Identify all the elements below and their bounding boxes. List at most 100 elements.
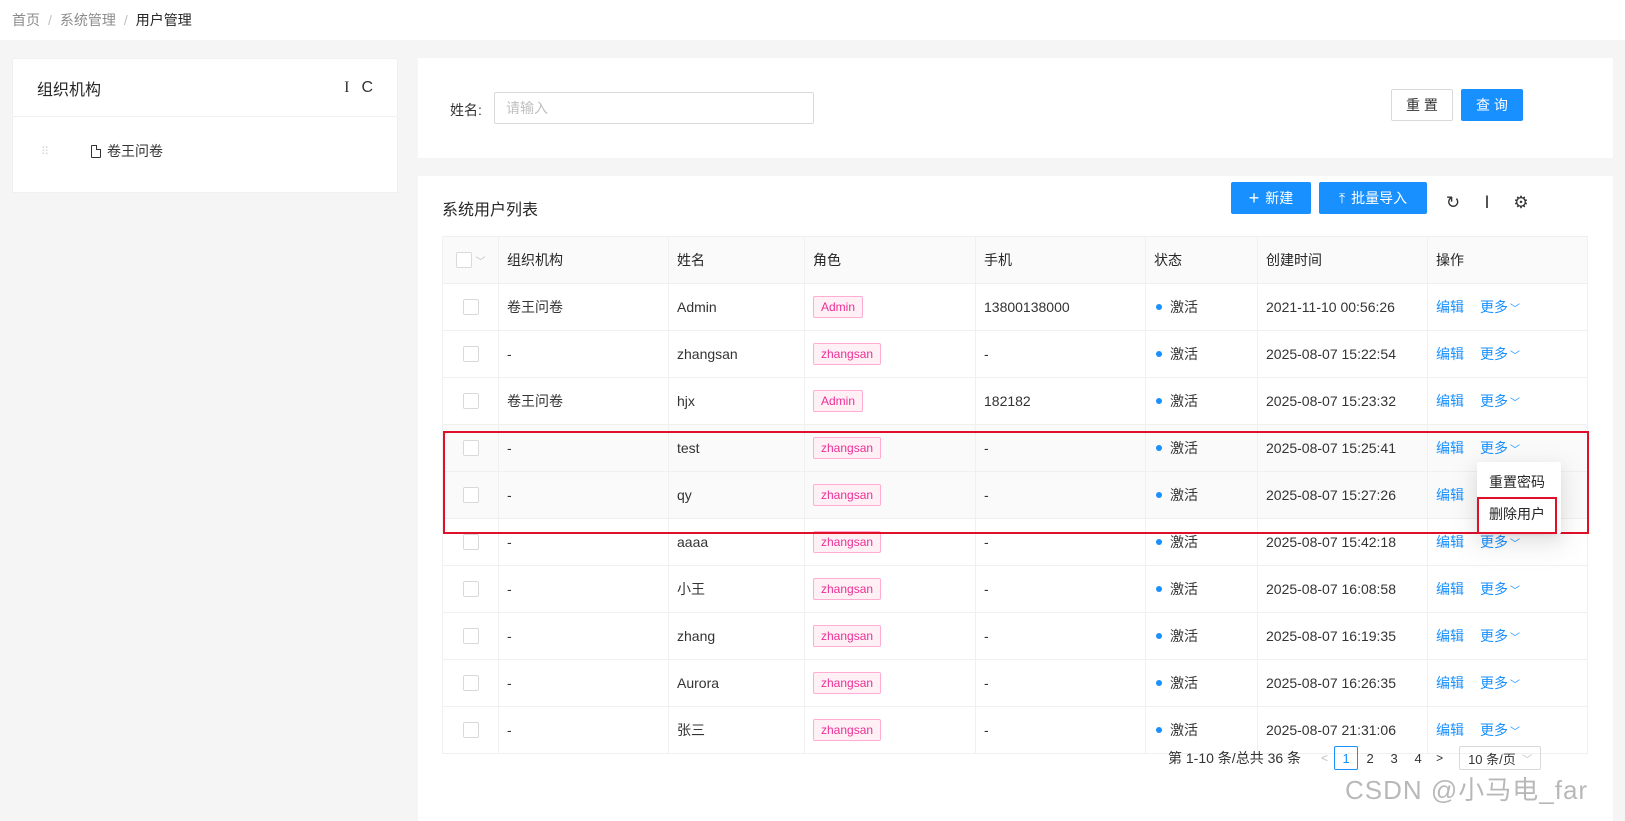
chevron-down-icon[interactable]: ﹀ — [476, 253, 486, 268]
page-4[interactable]: 4 — [1406, 746, 1430, 770]
page-1[interactable]: 1 — [1334, 746, 1359, 770]
row-checkbox[interactable] — [462, 722, 479, 738]
page-3[interactable]: 3 — [1382, 746, 1406, 770]
status-text: 激活 — [1170, 675, 1198, 691]
cell-created: 2025-08-07 16:08:58 — [1258, 566, 1428, 612]
cell-role: Admin — [805, 378, 976, 424]
status-text: 激活 — [1170, 534, 1198, 550]
edit-link[interactable]: 编辑 — [1436, 720, 1464, 740]
status-dot-icon — [1156, 398, 1162, 404]
edit-link[interactable]: 编辑 — [1436, 626, 1464, 646]
cell-created: 2021-11-10 00:56:26 — [1258, 284, 1428, 330]
breadcrumb-system-management[interactable]: 系统管理 — [60, 10, 116, 30]
reset-password-menu-item[interactable]: 重置密码 — [1477, 466, 1561, 498]
page-size-value: 10 条/页 — [1468, 751, 1516, 767]
table-row: - Aurora zhangsan - 激活 2025-08-07 16:26:35 编辑更… — [443, 660, 1587, 707]
batch-import-label: 批量导入 — [1351, 190, 1408, 206]
refresh-icon[interactable]: ↻ — [1442, 192, 1464, 214]
cell-name: zhangsan — [669, 331, 805, 377]
more-dropdown[interactable]: 更多 ﹀ — [1480, 673, 1520, 693]
cell-org: 卷王问卷 — [499, 378, 669, 424]
settings-icon[interactable]: ⚙ — [1510, 192, 1532, 214]
role-tag: zhangsan — [813, 343, 882, 365]
header-status: 状态 — [1146, 237, 1258, 283]
edit-link[interactable]: 编辑 — [1436, 297, 1464, 317]
chevron-down-icon: ﹀ — [1510, 726, 1520, 738]
drag-handle-icon[interactable]: ⠿ — [41, 145, 91, 158]
breadcrumb-separator: / — [48, 12, 52, 28]
chevron-down-icon: ﹀ — [1510, 585, 1520, 597]
row-checkbox[interactable] — [462, 299, 479, 315]
row-checkbox[interactable] — [462, 628, 479, 644]
more-dropdown[interactable]: 更多 ﹀ — [1480, 626, 1520, 646]
more-dropdown[interactable]: 更多 ﹀ — [1480, 720, 1520, 740]
breadcrumb-home[interactable]: 首页 — [12, 10, 40, 30]
select-all-cell: ﹀ — [443, 237, 499, 283]
tree-node-juanwang[interactable]: ⠿ 卷王问卷 — [13, 131, 397, 171]
cell-org: - — [499, 331, 669, 377]
edit-link[interactable]: 编辑 — [1436, 532, 1464, 552]
more-dropdown[interactable]: 更多 ﹀ — [1480, 344, 1520, 364]
refresh-icon[interactable]: C — [361, 79, 373, 97]
edit-link[interactable]: 编辑 — [1436, 391, 1464, 411]
header-role: 角色 — [805, 237, 976, 283]
breadcrumb-user-management: 用户管理 — [135, 12, 192, 28]
query-button[interactable]: 查 询 — [1461, 89, 1523, 121]
row-checkbox[interactable] — [462, 534, 479, 550]
edit-link[interactable]: 编辑 — [1436, 673, 1464, 693]
row-checkbox[interactable] — [462, 346, 479, 362]
more-dropdown[interactable]: 更多 ﹀ — [1480, 391, 1520, 411]
header-actions: 操作 — [1436, 252, 1464, 268]
status-text: 激活 — [1170, 628, 1198, 644]
edit-link[interactable]: 编辑 — [1436, 579, 1464, 599]
role-tag: zhangsan — [813, 531, 882, 553]
page-2[interactable]: 2 — [1358, 746, 1382, 770]
org-tree-panel: 组织机构 I C ⠿ 卷王问卷 — [12, 58, 398, 193]
header-created: 创建时间 — [1258, 237, 1428, 283]
role-tag: Admin — [813, 390, 864, 412]
more-label: 更多 — [1480, 299, 1508, 315]
cell-phone: - — [976, 660, 1146, 706]
cell-org: - — [499, 613, 669, 659]
cell-phone: 182182 — [976, 378, 1146, 424]
breadcrumb: 首页 / 系统管理 / 用户管理 — [0, 0, 1625, 40]
cell-role: zhangsan — [805, 613, 976, 659]
org-panel-tools: I C — [344, 79, 373, 97]
row-checkbox[interactable] — [462, 393, 479, 409]
cell-status: 激活 — [1146, 331, 1258, 377]
next-page-icon[interactable]: > — [1436, 751, 1443, 765]
row-select-cell — [443, 566, 499, 612]
table-row: - zhangsan zhangsan - 激活 2025-08-07 15:22:54 编… — [443, 331, 1587, 378]
name-search-input[interactable] — [494, 92, 814, 124]
prev-page-icon[interactable]: < — [1321, 751, 1328, 765]
more-dropdown[interactable]: 更多 ﹀ — [1480, 579, 1520, 599]
more-dropdown[interactable]: 更多 ﹀ — [1480, 532, 1520, 552]
text-cursor-icon[interactable]: I — [344, 79, 349, 97]
row-select-cell — [443, 660, 499, 706]
table-row: - zhang zhangsan - 激活 2025-08-07 16:19:35 编辑 更多… — [443, 613, 1587, 660]
role-tag: Admin — [813, 296, 864, 318]
more-label: 更多 — [1480, 675, 1508, 691]
edit-link[interactable]: 编辑 — [1436, 344, 1464, 364]
column-height-icon[interactable]: Ⅰ — [1476, 192, 1498, 214]
cell-status: 激活 — [1146, 613, 1258, 659]
reset-button[interactable]: 重 置 — [1391, 89, 1453, 121]
row-checkbox[interactable] — [462, 581, 479, 597]
select-all-checkbox[interactable] — [455, 252, 472, 268]
cell-actions: 编辑 更多 ﹀ — [1428, 284, 1587, 330]
cell-status: 激活 — [1146, 284, 1258, 330]
status-dot-icon — [1156, 633, 1162, 639]
row-checkbox[interactable] — [462, 675, 479, 691]
cell-name: Aurora — [669, 660, 805, 706]
more-dropdown[interactable]: 更多 ﹀ — [1480, 297, 1520, 317]
batch-import-button[interactable]: ⤒ 批量导入 — [1319, 182, 1427, 214]
cell-actions: 编辑 更多 ﹀ — [1428, 566, 1587, 612]
status-dot-icon — [1156, 304, 1162, 310]
page-size-select[interactable]: 10 条/页 ﹀ — [1459, 746, 1542, 770]
new-user-button[interactable]: + 新建 — [1231, 182, 1311, 214]
name-label: 姓名: — [450, 102, 482, 118]
header-name: 姓名 — [669, 237, 805, 283]
row-select-cell — [443, 284, 499, 330]
status-text: 激活 — [1170, 346, 1198, 362]
cell-role: zhangsan — [805, 660, 976, 706]
